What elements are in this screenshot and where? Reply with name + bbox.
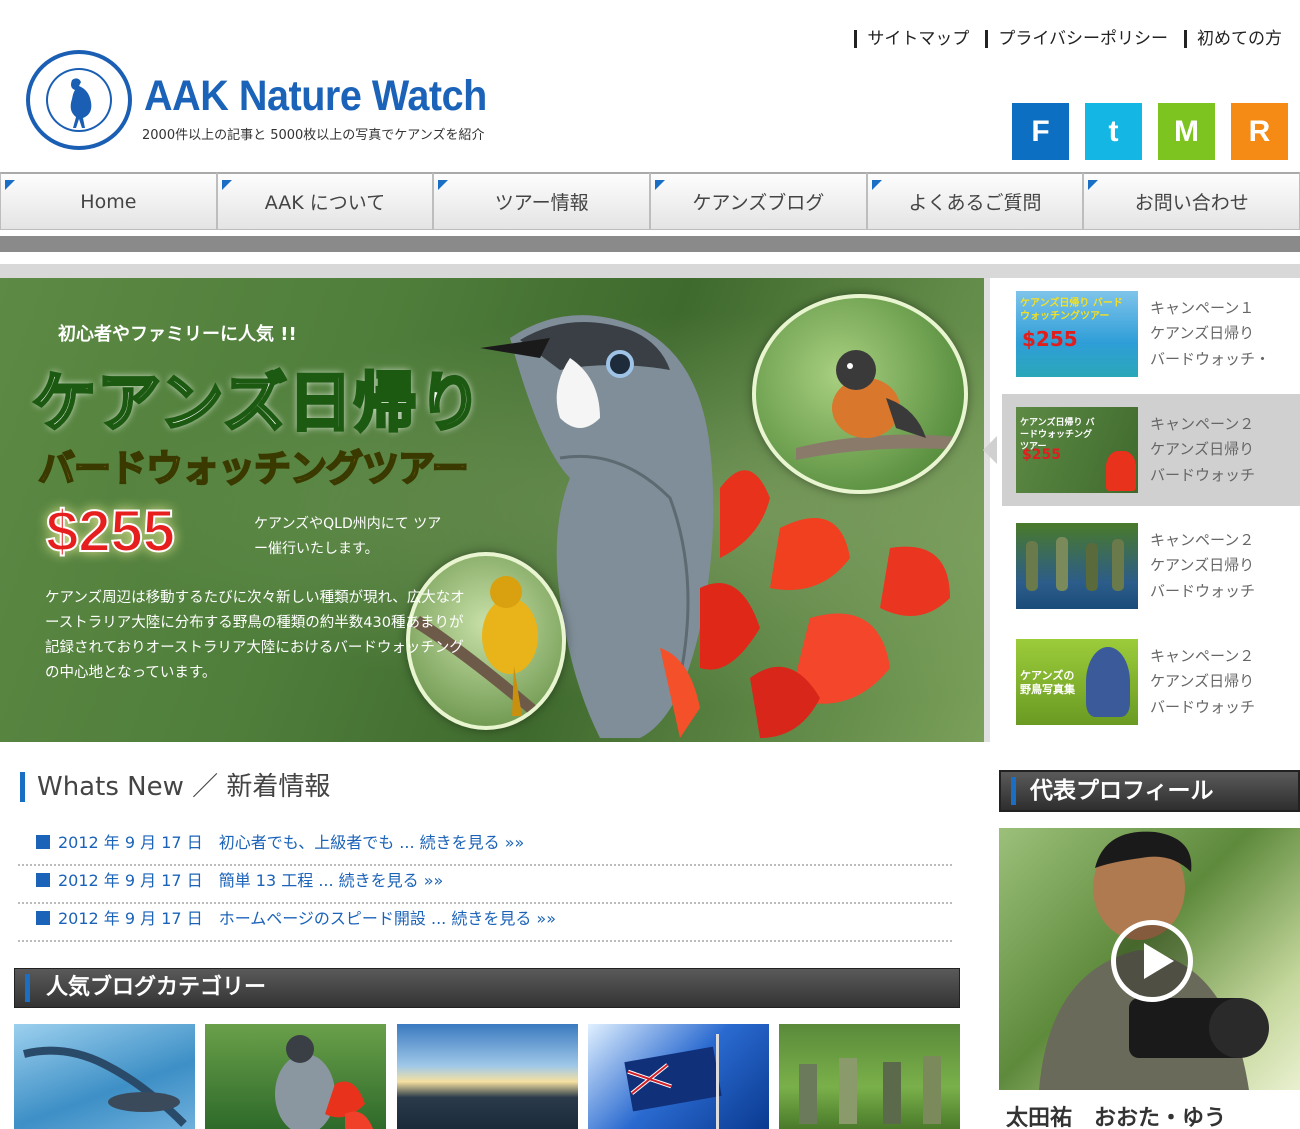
square-bullet-icon [36, 873, 50, 887]
mail-button[interactable]: M [1158, 103, 1215, 160]
campaign-text-2: キャンペーン２ ケアンズ日帰り バードウォッチ [1150, 414, 1256, 484]
robin-bird-circle [752, 294, 968, 494]
campaign-item-1[interactable]: ケアンズ日帰り バードウォッチングツアー $255 キャンペーン１ ケアンズ日帰… [1002, 278, 1300, 390]
category-thumb-coast[interactable] [397, 1024, 578, 1129]
hero-body-text: ケアンズ周辺は移動するたびに次々新しい種類が現れ、広大なオーストラリア大陸に分布… [45, 590, 465, 681]
campaign-text-1: キャンペーン１ ケアンズ日帰り バードウォッチ・ [1150, 298, 1271, 368]
privacy-policy-link[interactable]: プライバシーポリシー [985, 30, 1178, 48]
campaign-thumb-4: ケアンズの野鳥写真集 [1016, 639, 1138, 725]
bird-logo-icon [70, 78, 92, 128]
campaign-text-3: キャンペーン２ ケアンズ日帰り バードウォッチ [1150, 530, 1256, 600]
page: AAK Nature Watch 2000件以上の記事と 5000枚以上の写真で… [0, 0, 1300, 1129]
category-thumb-birdwatchers[interactable] [779, 1024, 960, 1129]
red-flowers-image [660, 470, 950, 738]
hero-subtitle: 初心者やファミリーに人気 !! [58, 324, 297, 345]
social-buttons: F t M R [1012, 103, 1288, 160]
hero-top-divider [0, 264, 1300, 278]
campaign-item-4[interactable]: ケアンズの野鳥写真集 キャンペーン２ ケアンズ日帰り バードウォッチ [1002, 626, 1300, 738]
profile-name: 太田祐 おおた・ゆう [1006, 1106, 1227, 1129]
rss-button[interactable]: R [1231, 103, 1288, 160]
nav-blog[interactable]: ケアンズブログ [650, 172, 867, 230]
campaign-thumb-2: ケアンズ日帰り バードウォッチングツアー $255 [1016, 407, 1138, 493]
nav-faq[interactable]: よくあるご質問 [866, 172, 1084, 230]
nav-divider [0, 236, 1300, 252]
campaign-active-pointer [983, 436, 997, 464]
news-item[interactable]: 2012 年 9 月 17 日初心者でも、上級者でも ... 続きを見る »» [18, 828, 952, 866]
site-logo[interactable]: AAK Nature Watch 2000件以上の記事と 5000枚以上の写真で… [26, 50, 546, 150]
first-time-link[interactable]: 初めての方 [1184, 30, 1292, 48]
category-thumb-platypus[interactable] [14, 1024, 195, 1129]
hero-price-note: ケアンズやQLD州内にて ツアー催行いたします。 [254, 516, 442, 557]
logo-emblem [26, 50, 132, 150]
twitter-button[interactable]: t [1085, 103, 1142, 160]
nav-home[interactable]: Home [0, 172, 217, 230]
australian-flag-image [624, 1034, 722, 1129]
news-item[interactable]: 2012 年 9 月 17 日ホームページのスピード開設 ... 続きを見る »… [18, 904, 952, 942]
profile-photo[interactable] [999, 828, 1300, 1090]
hero-title: ケアンズ日帰り [30, 366, 484, 443]
profile-header: 代表プロフィール [999, 770, 1300, 812]
top-links: サイトマップ プライバシーポリシー 初めての方 [848, 30, 1292, 48]
platypus-image [23, 1046, 187, 1127]
news-item[interactable]: 2012 年 9 月 17 日簡単 13 工程 ... 続きを見る »» [18, 866, 952, 904]
campaign-text-4: キャンペーン２ ケアンズ日帰り バードウォッチ [1150, 646, 1256, 716]
campaign-item-3[interactable]: キャンペーン２ ケアンズ日帰り バードウォッチ [1002, 510, 1300, 622]
nav-about[interactable]: AAK について [216, 172, 434, 230]
robin-bird-image [796, 350, 964, 460]
main-nav: Home AAK について ツアー情報 ケアンズブログ よくあるご質問 お問い合… [0, 172, 1300, 230]
tagline: 2000件以上の記事と 5000枚以上の写真でケアンズを紹介 [142, 128, 485, 143]
play-icon[interactable] [1111, 920, 1193, 1002]
category-thumb-honeyeater[interactable] [205, 1024, 386, 1129]
campaign-thumb-1: ケアンズ日帰り バードウォッチングツアー $255 [1016, 291, 1138, 377]
whats-new-title: Whats New ／ 新着情報 [20, 772, 330, 802]
facebook-button[interactable]: F [1012, 103, 1069, 160]
square-bullet-icon [36, 911, 50, 925]
category-thumb-flag[interactable] [588, 1024, 769, 1129]
sitemap-link[interactable]: サイトマップ [854, 30, 979, 48]
campaign-item-2[interactable]: ケアンズ日帰り バードウォッチングツアー $255 キャンペーン２ ケアンズ日帰… [1002, 394, 1300, 506]
hero-price: $255 [45, 498, 176, 565]
blog-category-header: 人気ブログカテゴリー [14, 968, 960, 1008]
square-bullet-icon [36, 835, 50, 849]
birdwatchers-image [799, 1056, 941, 1124]
honeyeater-thumb-image [275, 1035, 374, 1129]
hero-banner[interactable]: 初心者やファミリーに人気 !! ケアンズ日帰り バードウォッチングツアー $25… [0, 278, 984, 742]
nav-contact[interactable]: お問い合わせ [1083, 172, 1300, 230]
hero-title-secondary: バードウォッチングツアー [37, 446, 470, 491]
nav-tours[interactable]: ツアー情報 [433, 172, 651, 230]
campaign-thumb-3 [1016, 523, 1138, 609]
brand-name[interactable]: AAK Nature Watch [144, 72, 487, 121]
campaign-list: ケアンズ日帰り バードウォッチングツアー $255 キャンペーン１ ケアンズ日帰… [984, 278, 1300, 742]
